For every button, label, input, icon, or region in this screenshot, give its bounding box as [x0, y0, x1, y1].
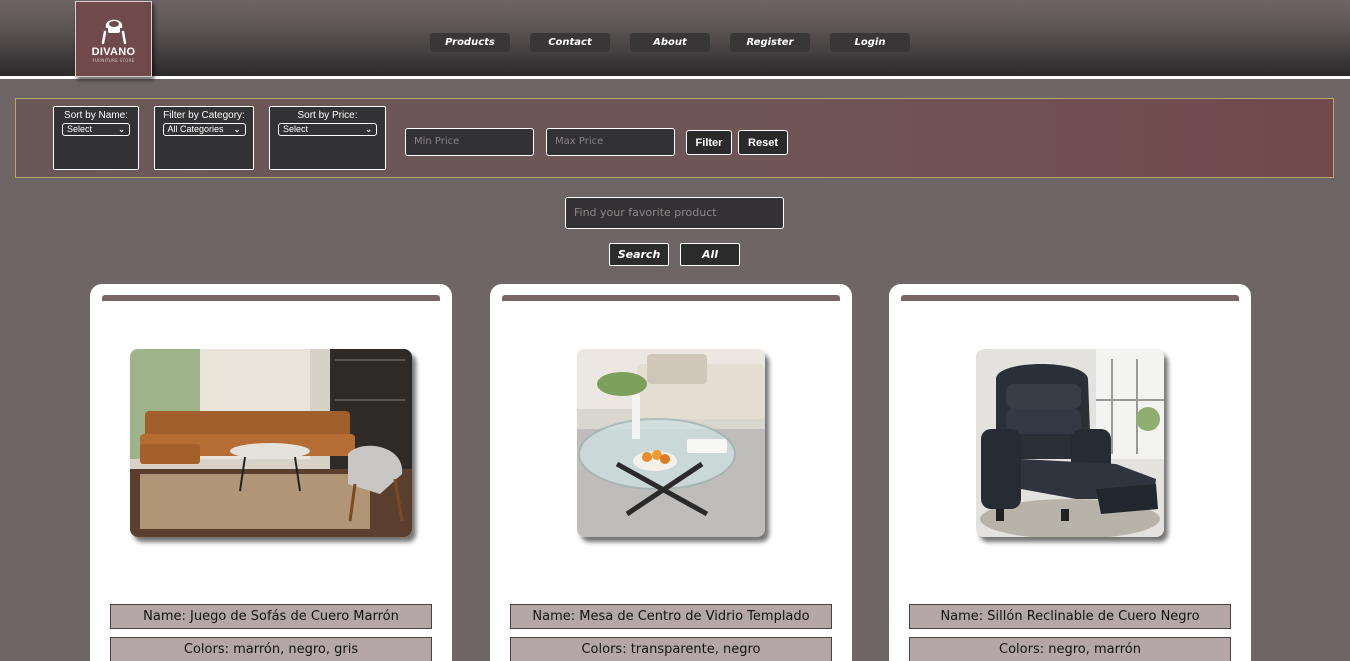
chevron-down-icon: ⌄	[365, 125, 372, 134]
category-value: All Categories	[167, 124, 224, 134]
category-filter-label: Filter by Category:	[163, 110, 245, 121]
recliner-image	[976, 349, 1164, 537]
search-button[interactable]: Search	[609, 243, 669, 266]
category-filter-box: Filter by Category: All Categories ⌄	[154, 106, 254, 170]
logo-subtitle: FURNITURE STORE	[92, 58, 135, 63]
show-all-button[interactable]: All	[680, 243, 740, 266]
sort-by-name-value: Select	[67, 124, 93, 134]
product-name: Name: Mesa de Centro de Vidrio Templado	[510, 604, 832, 629]
nav-about-button[interactable]: About	[630, 33, 710, 52]
min-price-input[interactable]: Min Price	[405, 128, 534, 156]
nav-contact-button[interactable]: Contact	[530, 33, 610, 52]
product-colors: Colors: marrón, negro, gris	[110, 637, 432, 661]
header: DIVANO FURNITURE STORE Products Contact …	[0, 0, 1350, 79]
sort-by-name-label: Sort by Name:	[64, 110, 128, 121]
sofa-image	[130, 349, 412, 537]
product-name: Name: Juego de Sofás de Cuero Marrón	[110, 604, 432, 629]
nav-login-button[interactable]: Login	[830, 33, 910, 52]
max-price-input[interactable]: Max Price	[546, 128, 675, 156]
sort-by-name-select[interactable]: Select ⌄	[62, 123, 130, 136]
product-card[interactable]: Name: Juego de Sofás de Cuero Marrón Col…	[90, 284, 452, 661]
filter-bar: Sort by Name: Select ⌄ Filter by Categor…	[15, 98, 1334, 178]
filter-button[interactable]: Filter	[686, 130, 732, 155]
sort-by-price-label: Sort by Price:	[297, 110, 358, 121]
coffee-table-image	[577, 349, 765, 537]
search-input[interactable]: Find your favorite product	[565, 197, 784, 229]
nav-register-button[interactable]: Register	[730, 33, 810, 52]
sort-by-price-box: Sort by Price: Select ⌄	[269, 106, 386, 170]
chevron-down-icon: ⌄	[118, 125, 125, 134]
category-select[interactable]: All Categories ⌄	[162, 123, 246, 136]
product-card[interactable]: Name: Mesa de Centro de Vidrio Templado …	[490, 284, 852, 661]
main-nav: Products Contact About Register Login	[430, 33, 910, 52]
logo[interactable]: DIVANO FURNITURE STORE	[75, 1, 152, 77]
sort-by-price-value: Select	[283, 124, 309, 134]
sort-by-name-box: Sort by Name: Select ⌄	[53, 106, 139, 170]
logo-title: DIVANO	[91, 46, 136, 58]
nav-products-button[interactable]: Products	[430, 33, 510, 52]
card-accent-bar	[502, 295, 840, 301]
product-colors: Colors: transparente, negro	[510, 637, 832, 661]
product-colors: Colors: negro, marrón	[909, 637, 1231, 661]
reset-button[interactable]: Reset	[738, 130, 788, 155]
chevron-down-icon: ⌄	[233, 125, 241, 134]
product-name: Name: Sillón Reclinable de Cuero Negro	[909, 604, 1231, 629]
product-card[interactable]: Name: Sillón Reclinable de Cuero Negro C…	[889, 284, 1251, 661]
chair-logo-icon	[101, 19, 126, 45]
sort-by-price-select[interactable]: Select ⌄	[278, 123, 377, 136]
card-accent-bar	[901, 295, 1239, 301]
card-accent-bar	[102, 295, 440, 301]
